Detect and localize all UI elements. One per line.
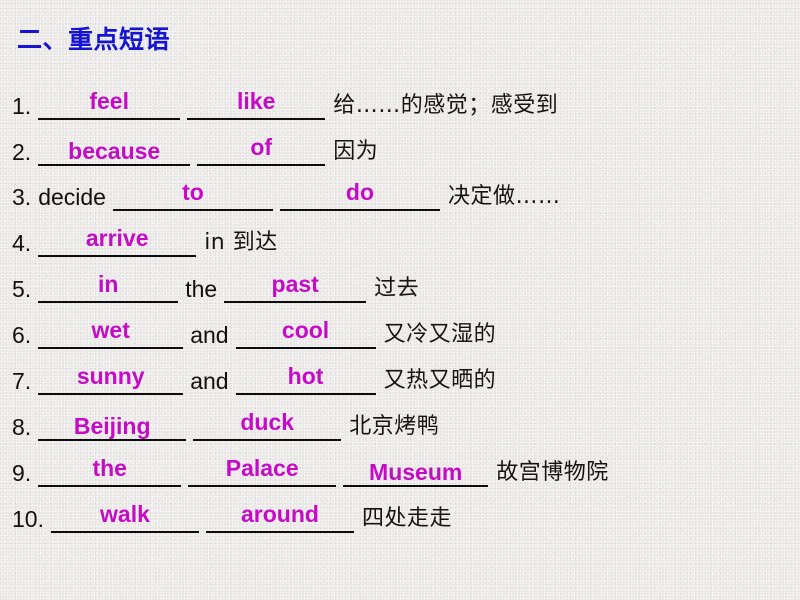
blank-5-1[interactable]: in <box>38 271 179 303</box>
answer-text: hot <box>287 363 324 389</box>
phrase-row-8: 8. Beijing duck 北京烤鸭 <box>12 395 439 441</box>
answer-text: wet <box>91 317 130 343</box>
blank-1-1[interactable]: feel <box>38 88 181 120</box>
translation-text: in 到达 <box>204 230 278 255</box>
translation-text: 又冷又湿的 <box>383 322 497 347</box>
answer-text: arrive <box>85 225 149 251</box>
blank-9-3[interactable]: Museum <box>343 457 489 487</box>
phrase-row-10: 10. walk around 四处走走 <box>12 487 452 533</box>
mid-word: and <box>190 368 229 394</box>
blank-4-1[interactable]: arrive <box>38 225 197 257</box>
answer-text: in <box>97 271 119 297</box>
mid-word: and <box>190 322 229 348</box>
blank-9-2[interactable]: Palace <box>188 455 337 487</box>
translation-text: 四处走走 <box>361 506 452 531</box>
answer-text: Palace <box>225 455 299 481</box>
blank-6-2[interactable]: cool <box>235 317 376 349</box>
answer-text: Museum <box>369 459 463 485</box>
item-number: 4. <box>12 230 32 256</box>
phrase-row-4: 4. arrive in 到达 <box>12 211 278 257</box>
lead-word: decide <box>38 184 106 210</box>
phrase-row-3: 3. decide to do 决定做…… <box>12 165 560 211</box>
item-number: 9. <box>12 460 32 486</box>
answer-text: like <box>237 88 276 114</box>
slide-canvas: 二、重点短语 1. feel like 给……的感觉；感受到 2. becaus… <box>0 0 800 600</box>
blank-3-2[interactable]: do <box>279 179 440 211</box>
answer-text: cool <box>281 317 330 343</box>
item-number: 10. <box>12 506 44 532</box>
item-number: 8. <box>12 414 32 440</box>
phrase-row-5: 5. in the past 过去 <box>12 257 419 303</box>
answer-text: around <box>241 501 319 527</box>
answer-text: because <box>68 138 161 164</box>
translation-text: 给……的感觉；感受到 <box>333 93 559 118</box>
translation-text: 故宫博物院 <box>496 460 609 485</box>
translation-text: 因为 <box>333 139 379 164</box>
answer-text: do <box>345 179 375 205</box>
blank-2-1[interactable]: because <box>38 136 191 166</box>
item-number: 5. <box>12 276 32 302</box>
answer-text: duck <box>240 409 295 435</box>
answer-text: the <box>92 455 127 481</box>
phrase-row-2: 2. because of 因为 <box>12 120 378 166</box>
page-title: 二、重点短语 <box>17 25 171 54</box>
answer-text: sunny <box>76 363 145 389</box>
answer-text: Beijing <box>73 413 151 439</box>
phrase-row-7: 7. sunny and hot 又热又晒的 <box>12 349 496 395</box>
answer-text: of <box>250 134 273 160</box>
item-number: 2. <box>12 139 32 165</box>
blank-1-2[interactable]: like <box>187 88 326 120</box>
translation-text: 又热又晒的 <box>383 368 497 393</box>
item-number: 6. <box>12 322 32 348</box>
phrase-row-9: 9. the Palace Museum 故宫博物院 <box>12 441 609 487</box>
phrase-row-6: 6. wet and cool 又冷又湿的 <box>12 303 496 349</box>
blank-9-1[interactable]: the <box>38 455 182 487</box>
translation-text: 过去 <box>374 276 420 301</box>
blank-7-2[interactable]: hot <box>235 363 376 395</box>
blank-10-2[interactable]: around <box>205 501 354 533</box>
item-number: 7. <box>12 368 32 394</box>
item-number: 1. <box>12 93 32 119</box>
answer-text: feel <box>89 88 129 114</box>
blank-2-2[interactable]: of <box>197 134 326 166</box>
phrase-row-1: 1. feel like 给……的感觉；感受到 <box>12 74 558 120</box>
blank-8-2[interactable]: duck <box>193 409 342 441</box>
blank-5-2[interactable]: past <box>224 271 367 303</box>
blank-3-1[interactable]: to <box>112 179 273 211</box>
answer-text: to <box>182 179 204 205</box>
blank-6-1[interactable]: wet <box>38 317 184 349</box>
blank-8-1[interactable]: Beijing <box>38 411 187 441</box>
blank-10-1[interactable]: walk <box>50 501 199 533</box>
blank-7-1[interactable]: sunny <box>38 363 184 395</box>
answer-text: past <box>271 271 319 297</box>
answer-text: walk <box>100 501 150 527</box>
translation-text: 北京烤鸭 <box>349 414 440 439</box>
mid-word: the <box>185 276 218 302</box>
item-number: 3. <box>12 184 32 210</box>
translation-text: 决定做…… <box>447 184 561 209</box>
